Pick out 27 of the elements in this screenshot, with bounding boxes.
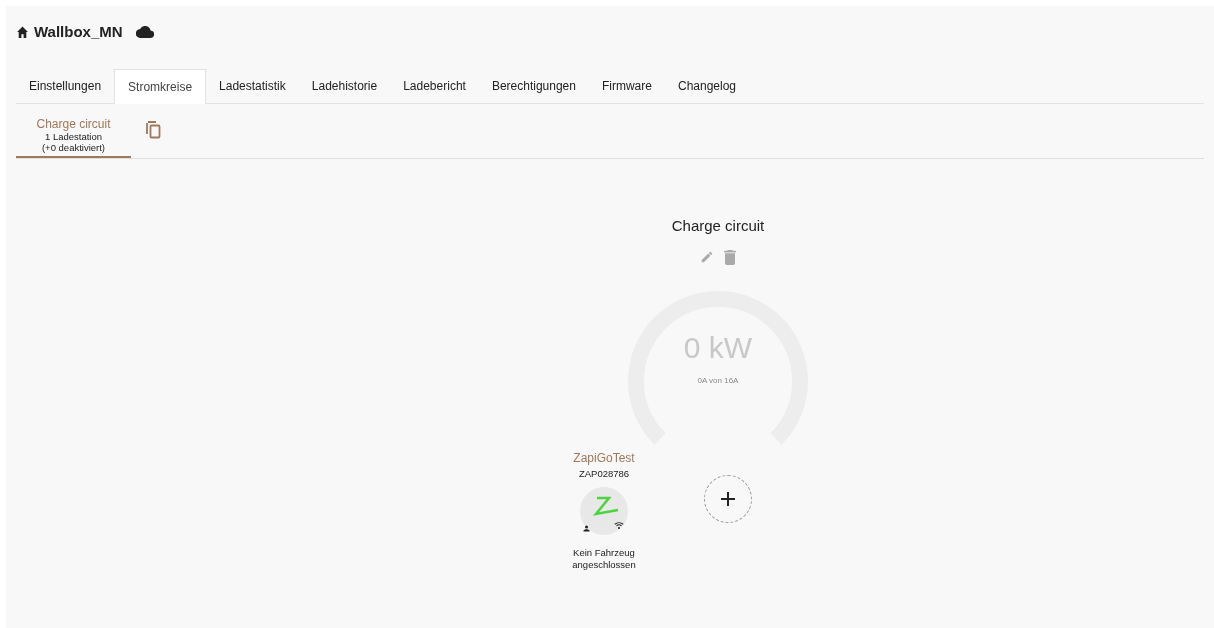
station-avatar[interactable] [580, 486, 628, 535]
home-icon [16, 26, 29, 38]
station-name[interactable]: ZapiGoTest [573, 448, 635, 467]
tab[interactable]: Ladehistorie [298, 69, 391, 103]
z-logo-icon [591, 494, 621, 519]
tab[interactable]: Stromkreise [114, 69, 207, 104]
circuit-title: Charge circuit [671, 216, 765, 236]
person-icon [582, 523, 591, 533]
tab[interactable]: Ladestatistik [206, 69, 299, 103]
tab[interactable]: Einstellungen [16, 69, 115, 103]
edit-button[interactable] [700, 249, 714, 265]
current-reading: 0A von 16A [697, 374, 739, 387]
tab[interactable]: Changelog [664, 69, 750, 103]
plus-icon [720, 490, 736, 507]
station-status: Kein Fahrzeug angeschlossen [571, 546, 637, 571]
trash-icon [724, 249, 736, 265]
cloud-icon [135, 26, 154, 38]
tab[interactable]: Berechtigungen [478, 69, 589, 103]
pencil-icon [700, 250, 714, 264]
delete-button[interactable] [724, 249, 736, 265]
station-serial: ZAP028786 [578, 466, 630, 481]
tab[interactable]: Firmware [588, 69, 665, 103]
circuit-tab[interactable]: Charge circuit 1 Ladestation (+0 deaktiviert) [16, 118, 131, 158]
page-title: Wallbox_MN [34, 21, 123, 42]
copy-icon [146, 121, 162, 139]
wifi-icon [614, 520, 624, 530]
tab[interactable]: Ladebericht [390, 69, 479, 103]
